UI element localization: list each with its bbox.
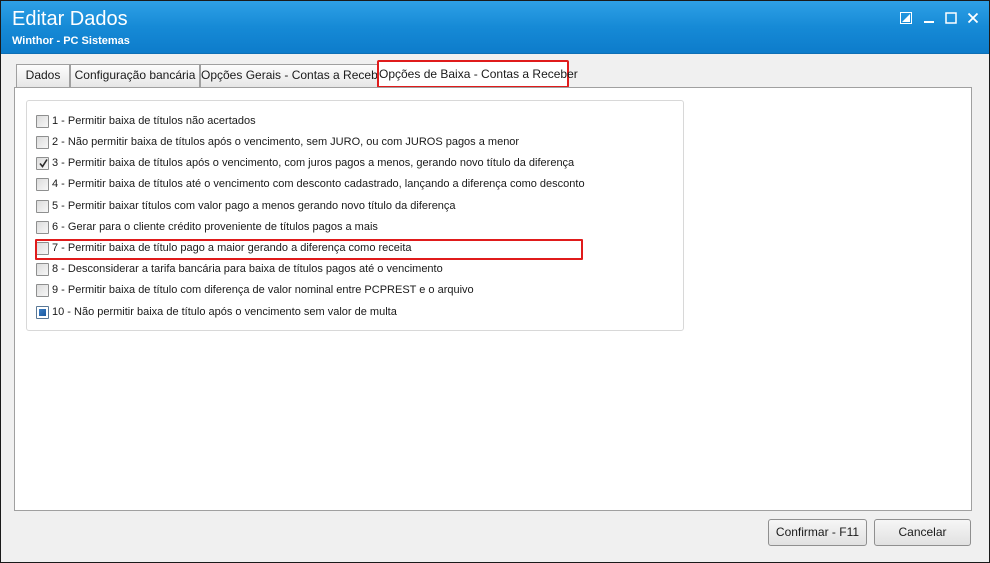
option-4-label: 4 - Permitir baixa de títulos até o venc… [52,178,585,190]
option-6-label: 6 - Gerar para o cliente crédito proveni… [52,221,378,233]
option-2-checkbox[interactable] [36,135,49,149]
tab-dados[interactable]: Dados [16,64,70,87]
option-6-checkbox[interactable] [36,220,49,234]
option-4[interactable]: 4 - Permitir baixa de títulos até o venc… [36,174,585,194]
window-title: Editar Dados [12,8,128,30]
option-10-label: 10 - Não permitir baixa de título após o… [52,306,397,318]
edit-icon[interactable] [897,9,915,27]
option-5[interactable]: 5 - Permitir baixar títulos com valor pa… [36,196,456,216]
tab-configuracao-bancaria[interactable]: Configuração bancária [70,64,200,87]
option-10-checkbox[interactable] [36,305,49,319]
option-6[interactable]: 6 - Gerar para o cliente crédito proveni… [36,217,378,237]
minimize-icon[interactable] [920,9,938,27]
window-subtitle: Winthor - PC Sistemas [12,35,130,47]
option-3-label: 3 - Permitir baixa de títulos após o ven… [52,157,575,169]
option-2[interactable]: 2 - Não permitir baixa de títulos após o… [36,132,519,152]
option-9-label: 9 - Permitir baixa de título com diferen… [52,284,474,296]
option-1-checkbox[interactable] [36,114,49,128]
cancel-button[interactable]: Cancelar [874,519,971,546]
option-8[interactable]: 8 - Desconsiderar a tarifa bancária para… [36,259,443,279]
tab-opcoes-gerais[interactable]: Opções Gerais - Contas a Receber [200,64,388,87]
close-icon[interactable] [964,9,982,27]
title-bar: Editar Dados Winthor - PC Sistemas [1,1,989,53]
option-5-checkbox[interactable] [36,199,49,213]
option-10[interactable]: 10 - Não permitir baixa de título após o… [36,302,397,322]
confirm-button[interactable]: Confirmar - F11 [768,519,867,546]
option-5-label: 5 - Permitir baixar títulos com valor pa… [52,200,456,212]
option-3[interactable]: 3 - Permitir baixa de títulos após o ven… [36,153,574,173]
option-1-label: 1 - Permitir baixa de títulos não acerta… [52,115,256,127]
tab-opcoes-de-baixa[interactable]: Opções de Baixa - Contas a Receber [377,60,578,88]
option-9-checkbox[interactable] [36,283,49,297]
option-8-label: 8 - Desconsiderar a tarifa bancária para… [52,263,443,275]
option-3-highlight-frame [35,239,583,260]
options-group: 1 - Permitir baixa de títulos não acerta… [26,100,684,331]
option-4-checkbox[interactable] [36,177,49,191]
checkmark-icon [39,158,48,168]
maximize-icon[interactable] [942,9,960,27]
option-3-checkbox[interactable] [36,156,49,170]
option-9[interactable]: 9 - Permitir baixa de título com diferen… [36,280,474,300]
option-1[interactable]: 1 - Permitir baixa de títulos não acerta… [36,111,256,131]
tab-panel-opcoes-de-baixa: 1 - Permitir baixa de títulos não acerta… [14,87,972,511]
option-8-checkbox[interactable] [36,262,49,276]
edit-data-window: Editar Dados Winthor - PC Sistemas Dados [0,0,990,563]
option-2-label: 2 - Não permitir baixa de títulos após o… [52,136,520,148]
